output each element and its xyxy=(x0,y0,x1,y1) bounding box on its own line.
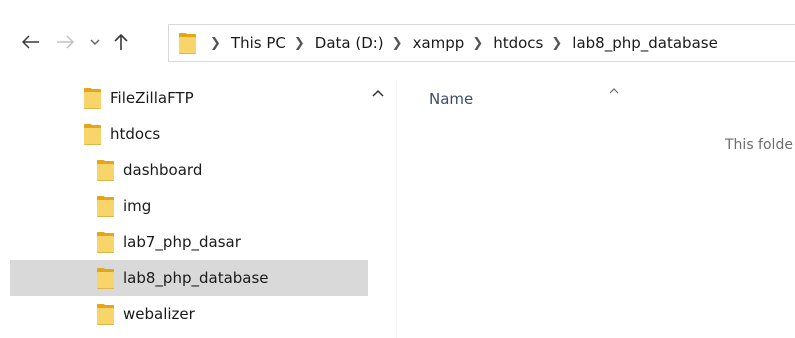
breadcrumb-lab8-php-database[interactable]: lab8_php_database xyxy=(572,34,718,52)
chevron-right-icon[interactable]: ❯ xyxy=(210,36,221,51)
chevron-right-icon[interactable]: ❯ xyxy=(392,36,403,51)
folder-icon xyxy=(97,303,114,325)
tree-item-label: img xyxy=(123,197,152,215)
tree-item-label: webalizer xyxy=(123,305,195,323)
address-bar[interactable]: ❯ This PC ❯ Data (D:) ❯ xampp ❯ htdocs ❯… xyxy=(168,24,795,62)
folder-icon xyxy=(97,267,114,289)
up-arrow-icon xyxy=(114,33,128,50)
tree-item-htdocs[interactable]: htdocs xyxy=(10,116,368,152)
folder-icon xyxy=(84,123,101,145)
chevron-right-icon[interactable]: ❯ xyxy=(551,36,562,51)
tree-item-label: dashboard xyxy=(123,161,203,179)
tree-item-webalizer[interactable]: webalizer xyxy=(10,296,368,332)
chevron-right-icon[interactable]: ❯ xyxy=(294,36,305,51)
folder-icon xyxy=(179,32,196,54)
navigation-pane: FileZillaFTP htdocs dashboard img lab7_p… xyxy=(0,80,368,338)
breadcrumb-xampp[interactable]: xampp xyxy=(413,34,465,52)
tree-item-label: htdocs xyxy=(110,125,161,143)
folder-icon xyxy=(84,87,101,109)
recent-locations-button[interactable] xyxy=(86,28,104,56)
tree-item-dashboard[interactable]: dashboard xyxy=(10,152,368,188)
breadcrumb-this-pc[interactable]: This PC xyxy=(231,34,286,52)
tree-item-label: lab8_php_database xyxy=(123,269,269,287)
navigation-bar: ❯ This PC ❯ Data (D:) ❯ xampp ❯ htdocs ❯… xyxy=(0,0,795,80)
content-pane[interactable]: Name This folde xyxy=(396,80,795,338)
sort-ascending-icon xyxy=(609,80,619,98)
up-button[interactable] xyxy=(108,28,134,56)
tree-item-lab8-php-database[interactable]: lab8_php_database xyxy=(10,260,368,296)
chevron-down-icon xyxy=(90,38,100,45)
folder-icon xyxy=(97,159,114,181)
chevron-up-icon xyxy=(372,89,384,97)
tree-item-label: lab7_php_dasar xyxy=(123,233,241,251)
tree-item-lab7-php-dasar[interactable]: lab7_php_dasar xyxy=(10,224,368,260)
chevron-right-icon[interactable]: ❯ xyxy=(472,36,483,51)
column-header-name[interactable]: Name xyxy=(429,90,473,108)
tree-item-img[interactable]: img xyxy=(10,188,368,224)
forward-arrow-icon xyxy=(57,35,74,49)
forward-button[interactable] xyxy=(52,28,78,56)
back-arrow-icon xyxy=(22,35,39,49)
empty-folder-message: This folde xyxy=(725,137,793,153)
breadcrumb-data-drive[interactable]: Data (D:) xyxy=(315,34,384,52)
tree-item-label: FileZillaFTP xyxy=(110,89,194,107)
back-button[interactable] xyxy=(18,28,44,56)
folder-icon xyxy=(97,231,114,253)
tree-item-filezillaftp[interactable]: FileZillaFTP xyxy=(10,80,368,116)
folder-icon xyxy=(97,195,114,217)
scroll-up-button[interactable] xyxy=(372,83,386,97)
breadcrumb-htdocs[interactable]: htdocs xyxy=(493,34,543,52)
